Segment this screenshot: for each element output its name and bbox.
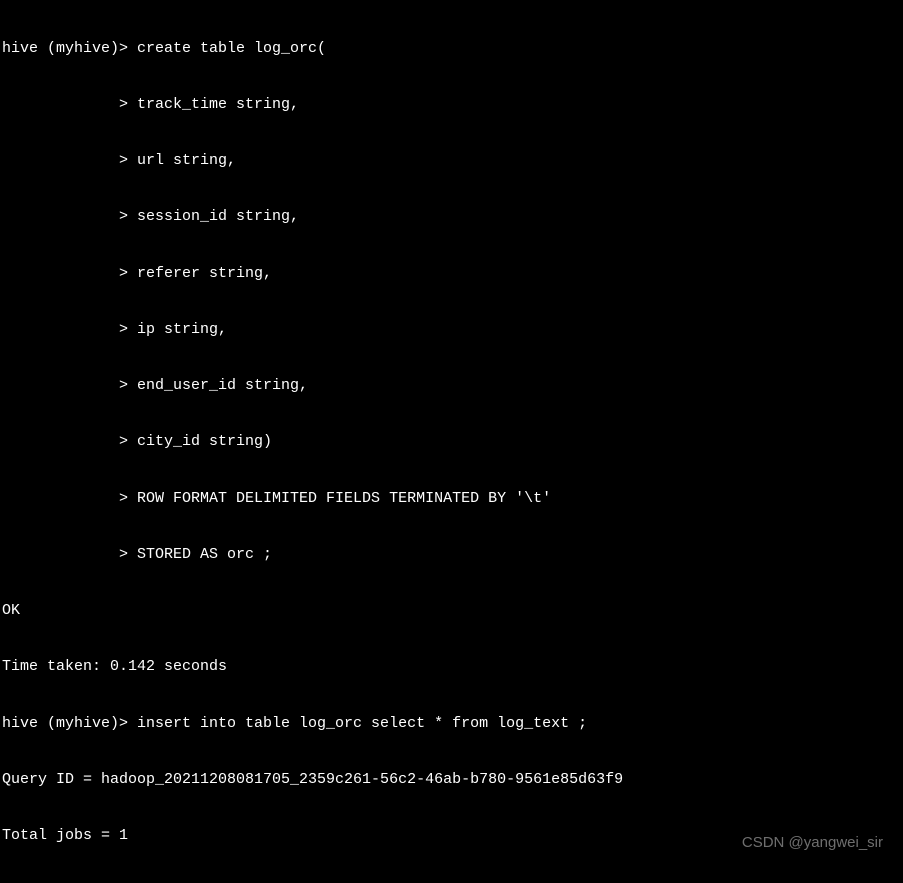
- terminal-output[interactable]: hive (myhive)> create table log_orc( > t…: [0, 0, 903, 883]
- output-line: hive (myhive)> create table log_orc(: [2, 40, 901, 59]
- output-line: > ROW FORMAT DELIMITED FIELDS TERMINATED…: [2, 490, 901, 509]
- output-line: > city_id string): [2, 433, 901, 452]
- output-line: hive (myhive)> insert into table log_orc…: [2, 715, 901, 734]
- output-line: > session_id string,: [2, 208, 901, 227]
- output-line: Query ID = hadoop_20211208081705_2359c26…: [2, 771, 901, 790]
- output-line: Time taken: 0.142 seconds: [2, 658, 901, 677]
- output-line: OK: [2, 602, 901, 621]
- watermark: CSDN @yangwei_sir: [742, 834, 883, 853]
- output-line: > track_time string,: [2, 96, 901, 115]
- output-line: > referer string,: [2, 265, 901, 284]
- output-line: > url string,: [2, 152, 901, 171]
- output-line: > STORED AS orc ;: [2, 546, 901, 565]
- output-line: > ip string,: [2, 321, 901, 340]
- output-line: > end_user_id string,: [2, 377, 901, 396]
